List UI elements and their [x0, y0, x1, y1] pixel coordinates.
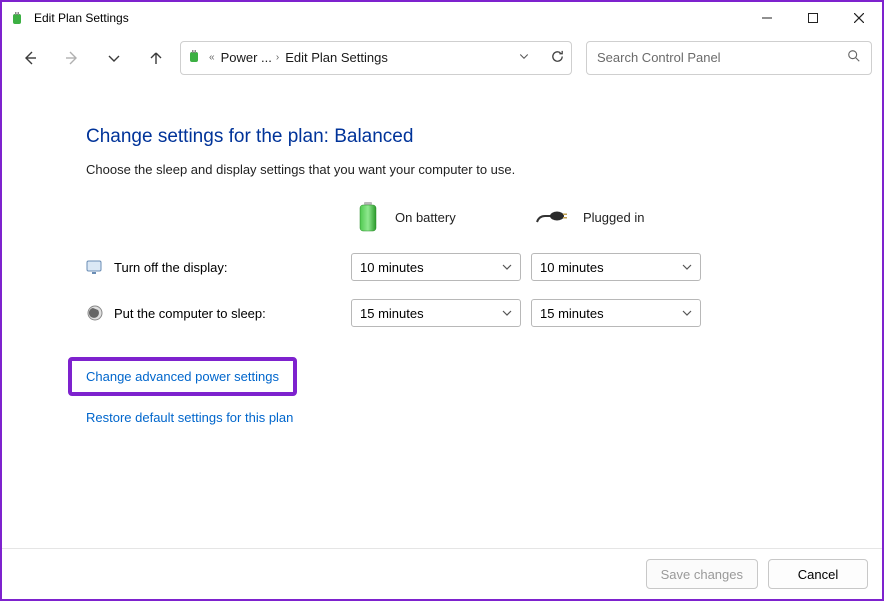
breadcrumb-label: Power ... — [221, 50, 272, 65]
column-label: Plugged in — [583, 210, 644, 225]
refresh-button[interactable] — [550, 49, 565, 67]
forward-button[interactable] — [54, 42, 90, 74]
select-value: 15 minutes — [360, 306, 424, 321]
breadcrumb-segment[interactable]: Edit Plan Settings — [285, 50, 388, 65]
cancel-button[interactable]: Cancel — [768, 559, 868, 589]
select-value: 10 minutes — [540, 260, 604, 275]
highlighted-link-box: Change advanced power settings — [68, 357, 297, 396]
row-label-display: Turn off the display: — [86, 258, 351, 276]
breadcrumb-segment[interactable]: Power ... › — [221, 50, 280, 65]
search-icon — [847, 49, 861, 66]
address-dropdown-button[interactable] — [518, 50, 530, 65]
settings-grid: On battery Plugged in Turn — [86, 199, 852, 327]
breadcrumb-prefix-icon: « — [209, 52, 215, 63]
window-frame: Edit Plan Settings — [0, 0, 884, 601]
select-value: 10 minutes — [360, 260, 424, 275]
display-icon — [86, 258, 104, 276]
select-value: 15 minutes — [540, 306, 604, 321]
sleep-icon — [86, 304, 104, 322]
recent-locations-button[interactable] — [96, 42, 132, 74]
navigation-toolbar: « Power ... › Edit Plan Settings Search … — [2, 34, 882, 82]
row-label-text: Put the computer to sleep: — [114, 306, 266, 321]
maximize-button[interactable] — [790, 3, 836, 33]
display-plugged-select[interactable]: 10 minutes — [531, 253, 701, 281]
search-placeholder: Search Control Panel — [597, 50, 721, 65]
row-label-sleep: Put the computer to sleep: — [86, 304, 351, 322]
column-label: On battery — [395, 210, 456, 225]
chevron-down-icon — [502, 308, 512, 318]
sleep-plugged-select[interactable]: 15 minutes — [531, 299, 701, 327]
power-options-icon — [10, 10, 26, 26]
window-title: Edit Plan Settings — [34, 11, 744, 25]
back-button[interactable] — [12, 42, 48, 74]
titlebar: Edit Plan Settings — [2, 2, 882, 34]
footer-bar: Save changes Cancel — [2, 548, 882, 599]
content-area: Change settings for the plan: Balanced C… — [2, 82, 882, 548]
up-button[interactable] — [138, 42, 174, 74]
battery-icon — [355, 200, 381, 235]
window-controls — [744, 3, 882, 33]
page-subtext: Choose the sleep and display settings th… — [86, 162, 852, 177]
search-input[interactable]: Search Control Panel — [586, 41, 872, 75]
chevron-down-icon — [682, 308, 692, 318]
row-label-text: Turn off the display: — [114, 260, 227, 275]
breadcrumb-label: Edit Plan Settings — [285, 50, 388, 65]
page-heading: Change settings for the plan: Balanced — [86, 126, 852, 148]
change-advanced-link[interactable]: Change advanced power settings — [86, 369, 279, 384]
column-header-battery: On battery — [351, 199, 531, 235]
display-battery-select[interactable]: 10 minutes — [351, 253, 521, 281]
close-button[interactable] — [836, 3, 882, 33]
chevron-right-icon: › — [276, 52, 279, 63]
address-bar[interactable]: « Power ... › Edit Plan Settings — [180, 41, 572, 75]
power-options-icon — [187, 48, 203, 67]
sleep-battery-select[interactable]: 15 minutes — [351, 299, 521, 327]
save-changes-button[interactable]: Save changes — [646, 559, 758, 589]
restore-defaults-link[interactable]: Restore default settings for this plan — [86, 410, 852, 425]
chevron-down-icon — [682, 262, 692, 272]
column-header-plugged: Plugged in — [531, 199, 711, 235]
links-section: Change advanced power settings Restore d… — [86, 357, 852, 425]
plug-icon — [535, 206, 569, 229]
minimize-button[interactable] — [744, 3, 790, 33]
chevron-down-icon — [502, 262, 512, 272]
